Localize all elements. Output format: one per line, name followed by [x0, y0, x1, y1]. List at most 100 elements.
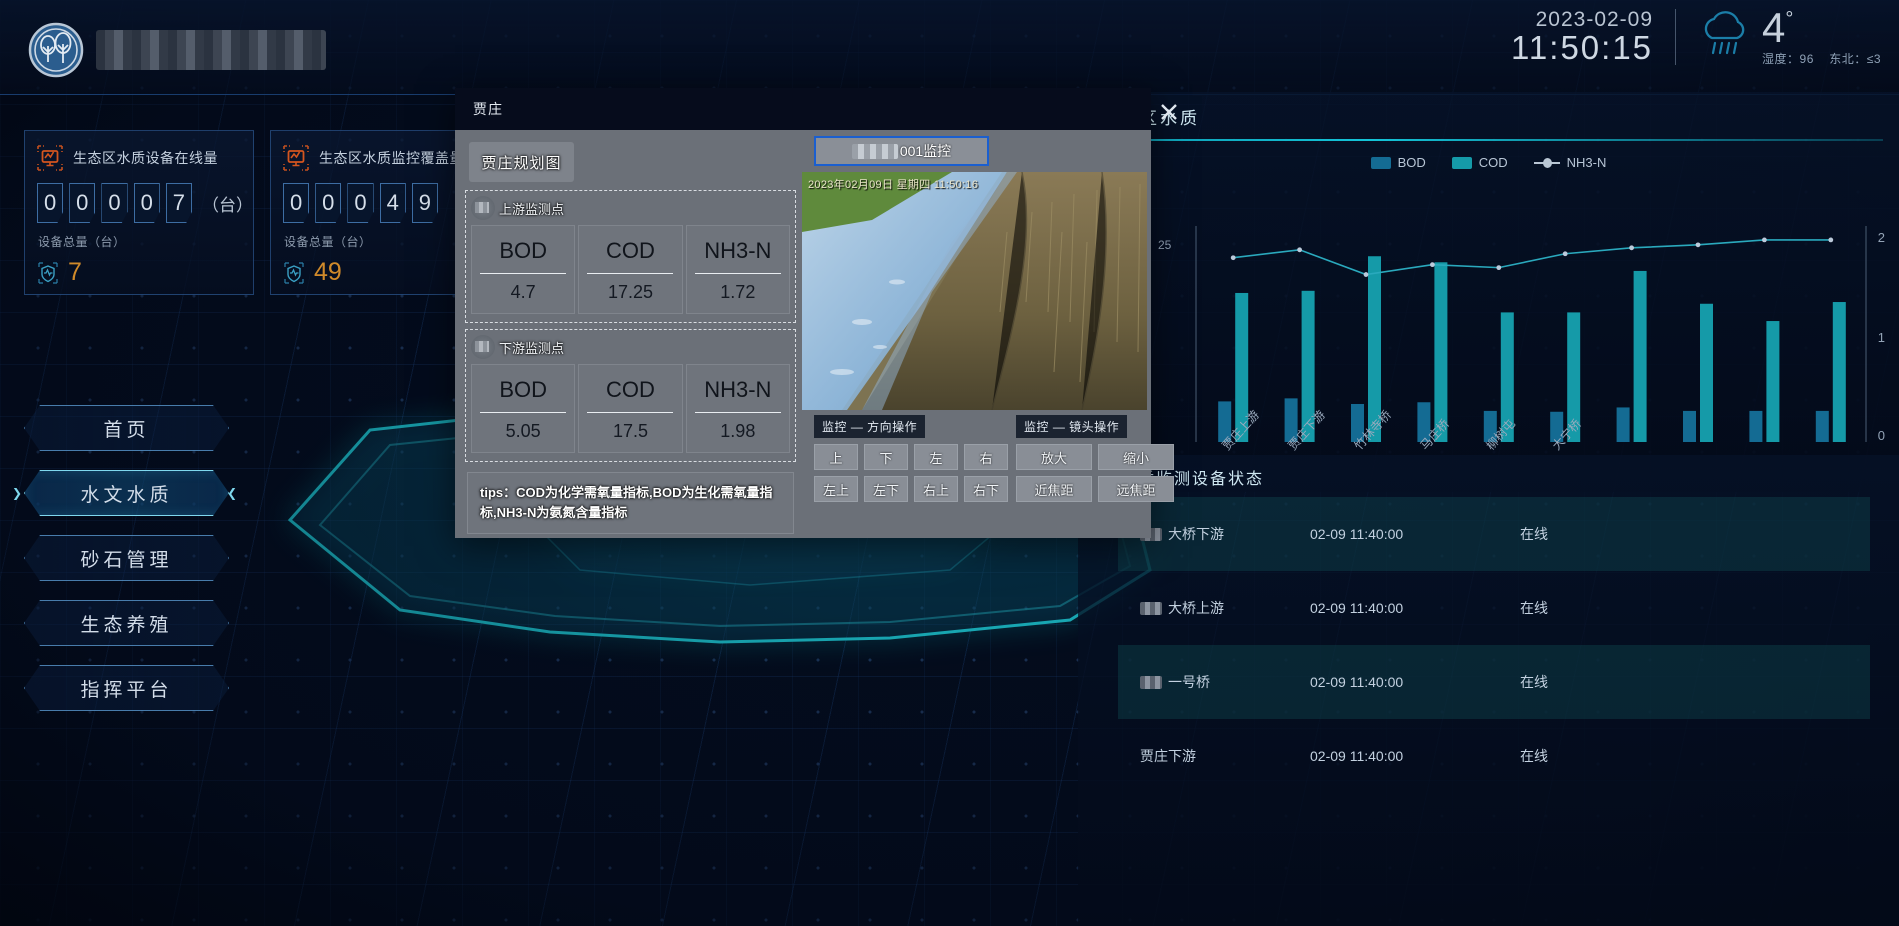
camera-still-image: [802, 172, 1147, 410]
camera-up-right-button[interactable]: 右上: [914, 476, 958, 502]
sidebar-nav: 首页 ❯ 水文水质 ❮ 砂石管理 生态养殖 指挥平台: [12, 405, 237, 730]
camera-down-button[interactable]: 下: [864, 444, 908, 470]
legend-label: BOD: [1397, 155, 1426, 170]
row-name-cell: 大桥上游: [1140, 598, 1310, 618]
metric-name: COD: [606, 238, 655, 263]
legend-label: COD: [1478, 155, 1508, 170]
camera-down-right-button[interactable]: 右下: [964, 476, 1008, 502]
device-name: 一号桥: [1168, 674, 1210, 690]
sidebar-item-hydrology[interactable]: ❯ 水文水质 ❮: [12, 470, 237, 516]
rain-cloud-icon: [1704, 11, 1745, 55]
device-name: 大桥下游: [1168, 526, 1224, 542]
camera-select-button[interactable]: 001监控: [814, 136, 989, 166]
table-row[interactable]: 大桥下游 02-09 11:40:00 在线: [1118, 497, 1870, 571]
camera-zoom-out-button[interactable]: 缩小: [1098, 444, 1174, 470]
metric-nh3n: NH3-N 1.72: [685, 225, 790, 314]
map-pin-icon: [471, 196, 495, 220]
shield-pulse-icon: [284, 261, 304, 284]
stat-card-title: 生态区水质监控覆盖量: [319, 150, 464, 166]
sidebar-item-sand-gravel[interactable]: 砂石管理: [24, 535, 229, 581]
legend-label: NH3-N: [1566, 155, 1607, 170]
metric-cod: COD 17.25: [578, 225, 683, 314]
legend-item-nh3n[interactable]: NH3-N: [1533, 155, 1607, 170]
legend-item-cod[interactable]: COD: [1451, 155, 1508, 170]
section-label-text: 下游监测点: [499, 340, 565, 356]
metric-group: BOD 4.7 COD 17.25 NH3-N 1.72: [471, 225, 790, 314]
datetime-block: 2023-02-09 11:50:15: [1511, 9, 1653, 66]
device-time: 02-09 11:40:00: [1310, 526, 1404, 542]
camera-up-button[interactable]: 上: [814, 444, 858, 470]
chevron-right-icon: ❯: [12, 486, 27, 500]
modal-title: 贾庄: [473, 101, 503, 117]
sidebar-item-eco-farming[interactable]: 生态养殖: [24, 600, 229, 646]
sidebar-item-command-platform[interactable]: 指挥平台: [24, 665, 229, 711]
direction-row-2: 左上 左下 右上 右下: [814, 476, 1008, 502]
camera-left-button[interactable]: 左: [914, 444, 958, 470]
camera-video-view[interactable]: 2023年02月09日 星期四 11:50:16: [802, 172, 1147, 410]
app-header: 2023-02-09 11:50:15 4 ° 湿度：96 东北：≤3: [0, 0, 1899, 95]
camera-direction-group: 监控 — 方向操作 上 下 左 右 左上 左下 右上 右下: [814, 415, 1008, 508]
stat-card-total-value: 7: [68, 258, 82, 286]
modal-left-column: 贾庄规划图 上游监测点 BOD 4.7 COD 17.25 NH3-N 1.72…: [455, 130, 800, 538]
modal-body: 贾庄规划图 上游监测点 BOD 4.7 COD 17.25 NH3-N 1.72…: [455, 130, 1174, 538]
device-status-panel: 水质监测设备状态 大桥下游 02-09 11:40:00 在线 大桥上游 02-…: [1078, 455, 1899, 926]
stat-card-sublabel: 设备总量（台）: [38, 235, 126, 249]
tips-text: tips：COD为化学需氧量指标,BOD为生化需氧量指标,NH3-N为氨氮含量指…: [467, 472, 794, 535]
sidebar-item-label: 首页: [103, 419, 150, 441]
stat-card-total-value: 49: [314, 258, 342, 286]
device-time: 02-09 11:40:00: [1310, 600, 1404, 616]
table-row[interactable]: 大桥上游 02-09 11:40:00 在线: [1118, 571, 1870, 645]
digit: 0: [37, 183, 64, 223]
metric-name: BOD: [499, 238, 547, 263]
metric-cod: COD 17.5: [578, 364, 683, 453]
metric-value: 4.7: [510, 282, 536, 302]
metric-divider: [480, 273, 567, 274]
digit-unit: （台）: [202, 195, 254, 215]
modal-camera-column: 001监控 2023年02月09日 星期四 11:50:16 监控 — 方向操作…: [800, 130, 1174, 538]
table-panel-header: 水质监测设备状态: [1078, 455, 1899, 489]
digit: 0: [315, 183, 342, 223]
modal-header: 贾庄: [455, 88, 1177, 130]
row-name-cell: 贾庄下游: [1140, 746, 1310, 766]
chart-plot-area: 25 2 1 0 贾庄上游 贾庄下游 竹林寺桥 马庄桥 柳树屯 大宁桥: [1078, 180, 1899, 480]
metric-bod: BOD 4.7: [471, 225, 576, 314]
temperature-value: 4: [1762, 4, 1786, 51]
header-divider: [1675, 9, 1677, 66]
digit: 9: [411, 183, 439, 223]
table-row[interactable]: 贾庄下游 02-09 11:40:00 在线: [1118, 719, 1870, 793]
table-row[interactable]: 一号桥 02-09 11:40:00 在线: [1118, 645, 1870, 719]
status-badge: 在线: [1520, 674, 1548, 690]
metric-divider: [694, 273, 781, 274]
section-label: 上游监测点: [471, 196, 790, 220]
camera-down-left-button[interactable]: 左下: [864, 476, 908, 502]
digit: 0: [133, 183, 160, 223]
digit: 4: [379, 183, 406, 223]
legend-item-bod[interactable]: BOD: [1370, 155, 1426, 170]
redacted-text-icon: [1140, 601, 1162, 615]
legend-line-icon: [1533, 157, 1560, 168]
humidity-value: 湿度：96: [1762, 51, 1814, 66]
camera-up-left-button[interactable]: 左上: [814, 476, 858, 502]
sidebar-item-home[interactable]: 首页: [24, 405, 229, 451]
metric-value: 17.25: [607, 282, 654, 302]
digit: 0: [283, 183, 310, 223]
camera-right-button[interactable]: 右: [964, 444, 1008, 470]
current-date: 2023-02-09: [1535, 8, 1654, 32]
downstream-monitor-section: 下游监测点 BOD 5.05 COD 17.5 NH3-N 1.98: [465, 329, 796, 462]
metric-divider: [587, 273, 674, 274]
monitor-chart-icon: [283, 145, 309, 171]
lens-group-title: 监控 — 镜头操作: [1016, 415, 1128, 438]
camera-focus-far-button[interactable]: 远焦距: [1098, 476, 1174, 502]
wind-value: 东北：≤3: [1829, 51, 1881, 66]
sidebar-item-label: 水文水质: [80, 484, 173, 506]
section-label-text: 上游监测点: [499, 201, 565, 217]
plan-map-button[interactable]: 贾庄规划图: [469, 142, 574, 182]
close-icon[interactable]: [1159, 102, 1179, 122]
camera-focus-near-button[interactable]: 近焦距: [1016, 476, 1092, 502]
metric-divider: [480, 412, 567, 413]
lens-row-2: 近焦距 远焦距: [1016, 476, 1174, 502]
camera-zoom-in-button[interactable]: 放大: [1016, 444, 1092, 470]
redacted-text-icon: [851, 143, 898, 159]
stat-card-title: 生态区水质设备在线量: [73, 150, 218, 166]
metric-value: 1.98: [720, 421, 756, 441]
